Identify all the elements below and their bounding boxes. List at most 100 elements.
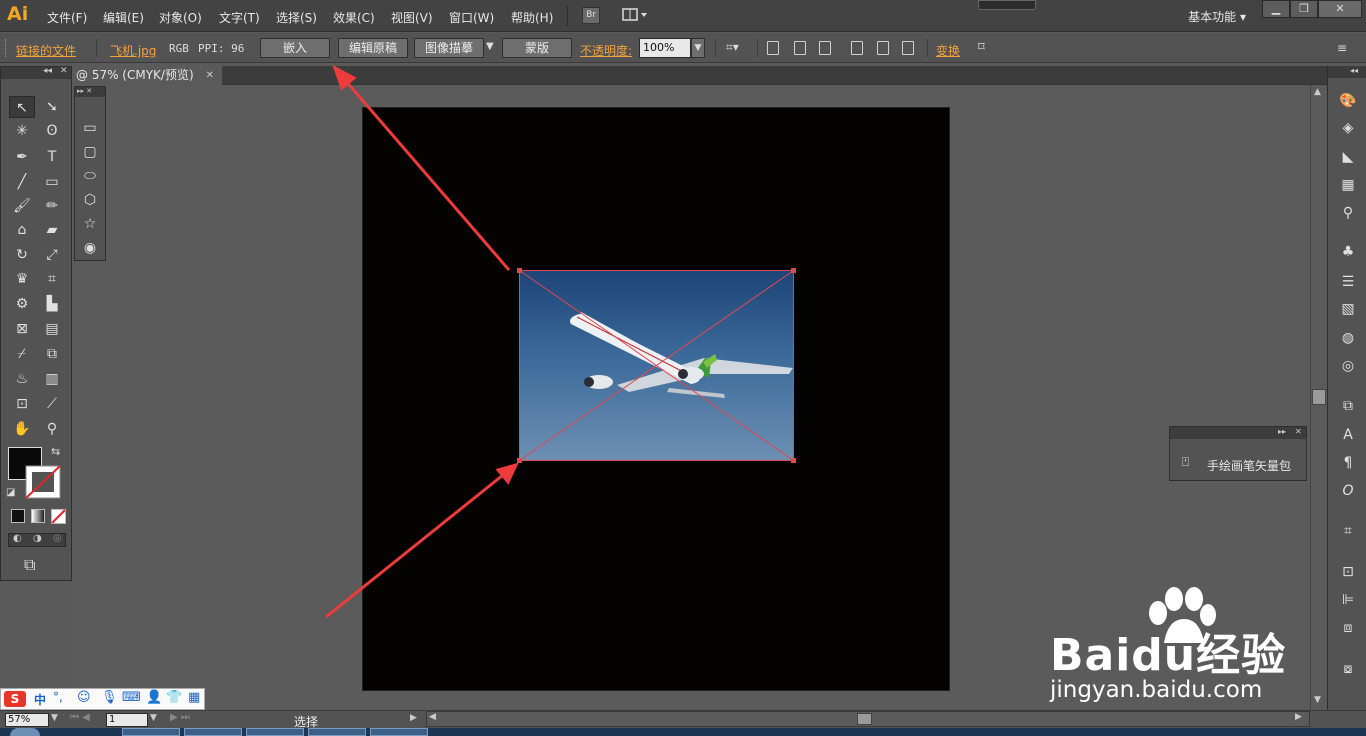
bridge-button[interactable]: Br bbox=[582, 7, 600, 24]
menu-view[interactable]: 视图(V) bbox=[391, 9, 433, 26]
start-button[interactable] bbox=[10, 728, 40, 736]
horizontal-scrollbar[interactable]: ◀ ▶ bbox=[426, 711, 1310, 727]
transform-link[interactable]: 变换 bbox=[936, 42, 960, 59]
rounded-rectangle-tool[interactable]: ▢ bbox=[77, 141, 103, 163]
next-artboard-icon[interactable]: ▶ ⏭ bbox=[170, 712, 190, 723]
menu-help[interactable]: 帮助(H) bbox=[511, 9, 553, 26]
sogou-logo-icon[interactable]: S bbox=[4, 691, 26, 707]
symbol-sprayer-tool[interactable]: ♨ bbox=[9, 368, 35, 390]
swap-colors-icon[interactable]: ⇆ bbox=[51, 445, 60, 458]
gradient-tool[interactable]: ▤ bbox=[39, 318, 65, 340]
reference-point-icon[interactable]: ⌗▾ bbox=[726, 40, 739, 55]
appearance-panel-icon[interactable]: ◎ bbox=[1338, 356, 1358, 376]
minimize-button[interactable]: ▁ bbox=[1262, 0, 1290, 18]
filename-link[interactable]: 飞机.jpg bbox=[110, 42, 156, 59]
zoom-input[interactable]: 57% bbox=[5, 713, 49, 727]
pencil-tool[interactable]: ✏ bbox=[39, 195, 65, 217]
character-panel-icon[interactable]: A bbox=[1338, 425, 1358, 445]
restore-button[interactable]: ❐ bbox=[1290, 0, 1318, 18]
arrange-documents-button[interactable] bbox=[622, 8, 648, 23]
column-graph-tool[interactable]: ▥ bbox=[39, 368, 65, 390]
edit-original-button[interactable]: 编辑原稿 bbox=[338, 38, 408, 58]
drawing-modes[interactable]: ◐ ◑ ◎ bbox=[8, 533, 66, 547]
close-icon[interactable]: ✕ bbox=[60, 66, 68, 76]
align-vcenter-icon[interactable] bbox=[877, 41, 889, 55]
transparency-panel-icon[interactable]: ◍ bbox=[1338, 328, 1358, 348]
document-tab[interactable]: @ 57% (CMYK/预览) ✕ bbox=[72, 66, 222, 85]
embed-button[interactable]: 嵌入 bbox=[260, 38, 330, 58]
paintbrush-tool[interactable]: 🖌 bbox=[9, 195, 35, 217]
menu-effect[interactable]: 效果(C) bbox=[333, 9, 375, 26]
free-transform-tool[interactable]: ⌗ bbox=[39, 268, 65, 290]
perspective-grid-tool[interactable]: ▙ bbox=[39, 293, 65, 315]
opacity-link[interactable]: 不透明度: bbox=[580, 42, 632, 59]
zoom-tool[interactable]: ⚲ bbox=[39, 418, 65, 440]
menu-select[interactable]: 选择(S) bbox=[276, 9, 317, 26]
placed-image[interactable] bbox=[519, 270, 793, 460]
screen-mode-icon[interactable]: ⧉ bbox=[24, 555, 35, 575]
skin-icon[interactable]: 👕 bbox=[166, 690, 182, 705]
emoji-icon[interactable]: ☺ bbox=[77, 690, 91, 705]
taskbar-app[interactable] bbox=[184, 728, 242, 736]
eraser-tool[interactable]: ▰ bbox=[39, 219, 65, 241]
zoom-dropdown[interactable]: ▼ bbox=[51, 713, 58, 723]
menu-type[interactable]: 文字(T) bbox=[219, 9, 260, 26]
hand-tool[interactable]: ✋ bbox=[9, 418, 35, 440]
eyedropper-tool[interactable]: ⌿ bbox=[9, 343, 35, 365]
menu-object[interactable]: 对象(O) bbox=[159, 9, 202, 26]
color-panel-icon[interactable]: 🎨 bbox=[1338, 91, 1358, 111]
tools-panel-header[interactable]: ◂◂ ✕ bbox=[1, 66, 71, 79]
rectangle-tool[interactable]: ▭ bbox=[39, 171, 65, 193]
user-icon[interactable]: 👤 bbox=[146, 690, 162, 705]
menu-window[interactable]: 窗口(W) bbox=[449, 9, 494, 26]
dock-header[interactable]: ◂◂ bbox=[1328, 66, 1366, 78]
chinese-mode-icon[interactable]: 中 bbox=[34, 691, 46, 708]
polygon-tool[interactable]: ⬡ bbox=[77, 189, 103, 211]
graphic-styles-icon[interactable]: ⧉ bbox=[1338, 396, 1358, 416]
mask-button[interactable]: 蒙版 bbox=[502, 38, 572, 58]
taskbar-app[interactable] bbox=[122, 728, 180, 736]
workspace-switcher[interactable]: 基本功能 ▾ bbox=[1188, 8, 1246, 25]
align-right-icon[interactable] bbox=[819, 41, 831, 55]
opentype-panel-icon[interactable]: O bbox=[1338, 481, 1358, 501]
search-box[interactable] bbox=[978, 0, 1036, 10]
rotate-tool[interactable]: ↻ bbox=[9, 244, 35, 266]
layers-panel-icon[interactable]: ◈ bbox=[1338, 118, 1358, 138]
type-tool[interactable]: T bbox=[39, 146, 65, 168]
align-top-icon[interactable] bbox=[851, 41, 863, 55]
line-tool[interactable]: ╱ bbox=[9, 171, 35, 193]
pen-tool[interactable]: ✒ bbox=[9, 146, 35, 168]
scroll-down-arrow[interactable]: ▼ bbox=[1314, 695, 1321, 705]
magic-wand-tool[interactable]: ✳ bbox=[9, 120, 35, 142]
scroll-up-arrow[interactable]: ▲ bbox=[1314, 87, 1321, 97]
stroke-swatch[interactable] bbox=[25, 465, 61, 499]
scroll-left-arrow[interactable]: ◀ bbox=[429, 712, 436, 722]
close-button[interactable]: ✕ bbox=[1318, 0, 1362, 18]
collapse-icon[interactable]: ▸▸ bbox=[1278, 427, 1286, 436]
punctuation-icon[interactable]: °, bbox=[53, 690, 63, 704]
artboard-tool[interactable]: ⊡ bbox=[9, 393, 35, 415]
isolate-icon[interactable]: ⌑ bbox=[978, 40, 985, 55]
brush-library-label[interactable]: 手绘画笔矢量包 bbox=[1207, 457, 1291, 474]
align-bottom-icon[interactable] bbox=[902, 41, 914, 55]
artboards-panel-icon[interactable]: ⊡ bbox=[1338, 562, 1358, 582]
status-menu-arrow[interactable]: ▶ bbox=[410, 713, 417, 723]
close-tab-icon[interactable]: ✕ bbox=[206, 66, 214, 85]
symbols-panel-icon[interactable]: ♣ bbox=[1338, 242, 1358, 262]
selection-tool[interactable]: ↖ bbox=[9, 96, 35, 118]
brush-panel-header[interactable]: ▸▸ ✕ bbox=[1170, 427, 1306, 439]
opacity-input[interactable]: 100% bbox=[639, 38, 691, 58]
grip-handle[interactable] bbox=[5, 39, 8, 57]
blend-tool[interactable]: ⧉ bbox=[39, 343, 65, 365]
transform-panel-icon[interactable]: ⌗ bbox=[1338, 521, 1358, 541]
color-mode-icon[interactable] bbox=[11, 509, 25, 523]
rectangle-shape-tool[interactable]: ▭ bbox=[77, 117, 103, 139]
draw-normal-icon[interactable]: ◐ bbox=[13, 533, 22, 544]
opacity-dropdown[interactable]: ▼ bbox=[691, 38, 705, 58]
flare-tool[interactable]: ◉ bbox=[77, 237, 103, 259]
draw-inside-icon[interactable]: ◎ bbox=[53, 533, 62, 544]
color-guide-icon[interactable]: ◣ bbox=[1338, 147, 1358, 167]
hscroll-thumb[interactable] bbox=[857, 713, 872, 725]
align-panel-icon[interactable]: ⊫ bbox=[1338, 590, 1358, 610]
taskbar-app[interactable] bbox=[308, 728, 366, 736]
